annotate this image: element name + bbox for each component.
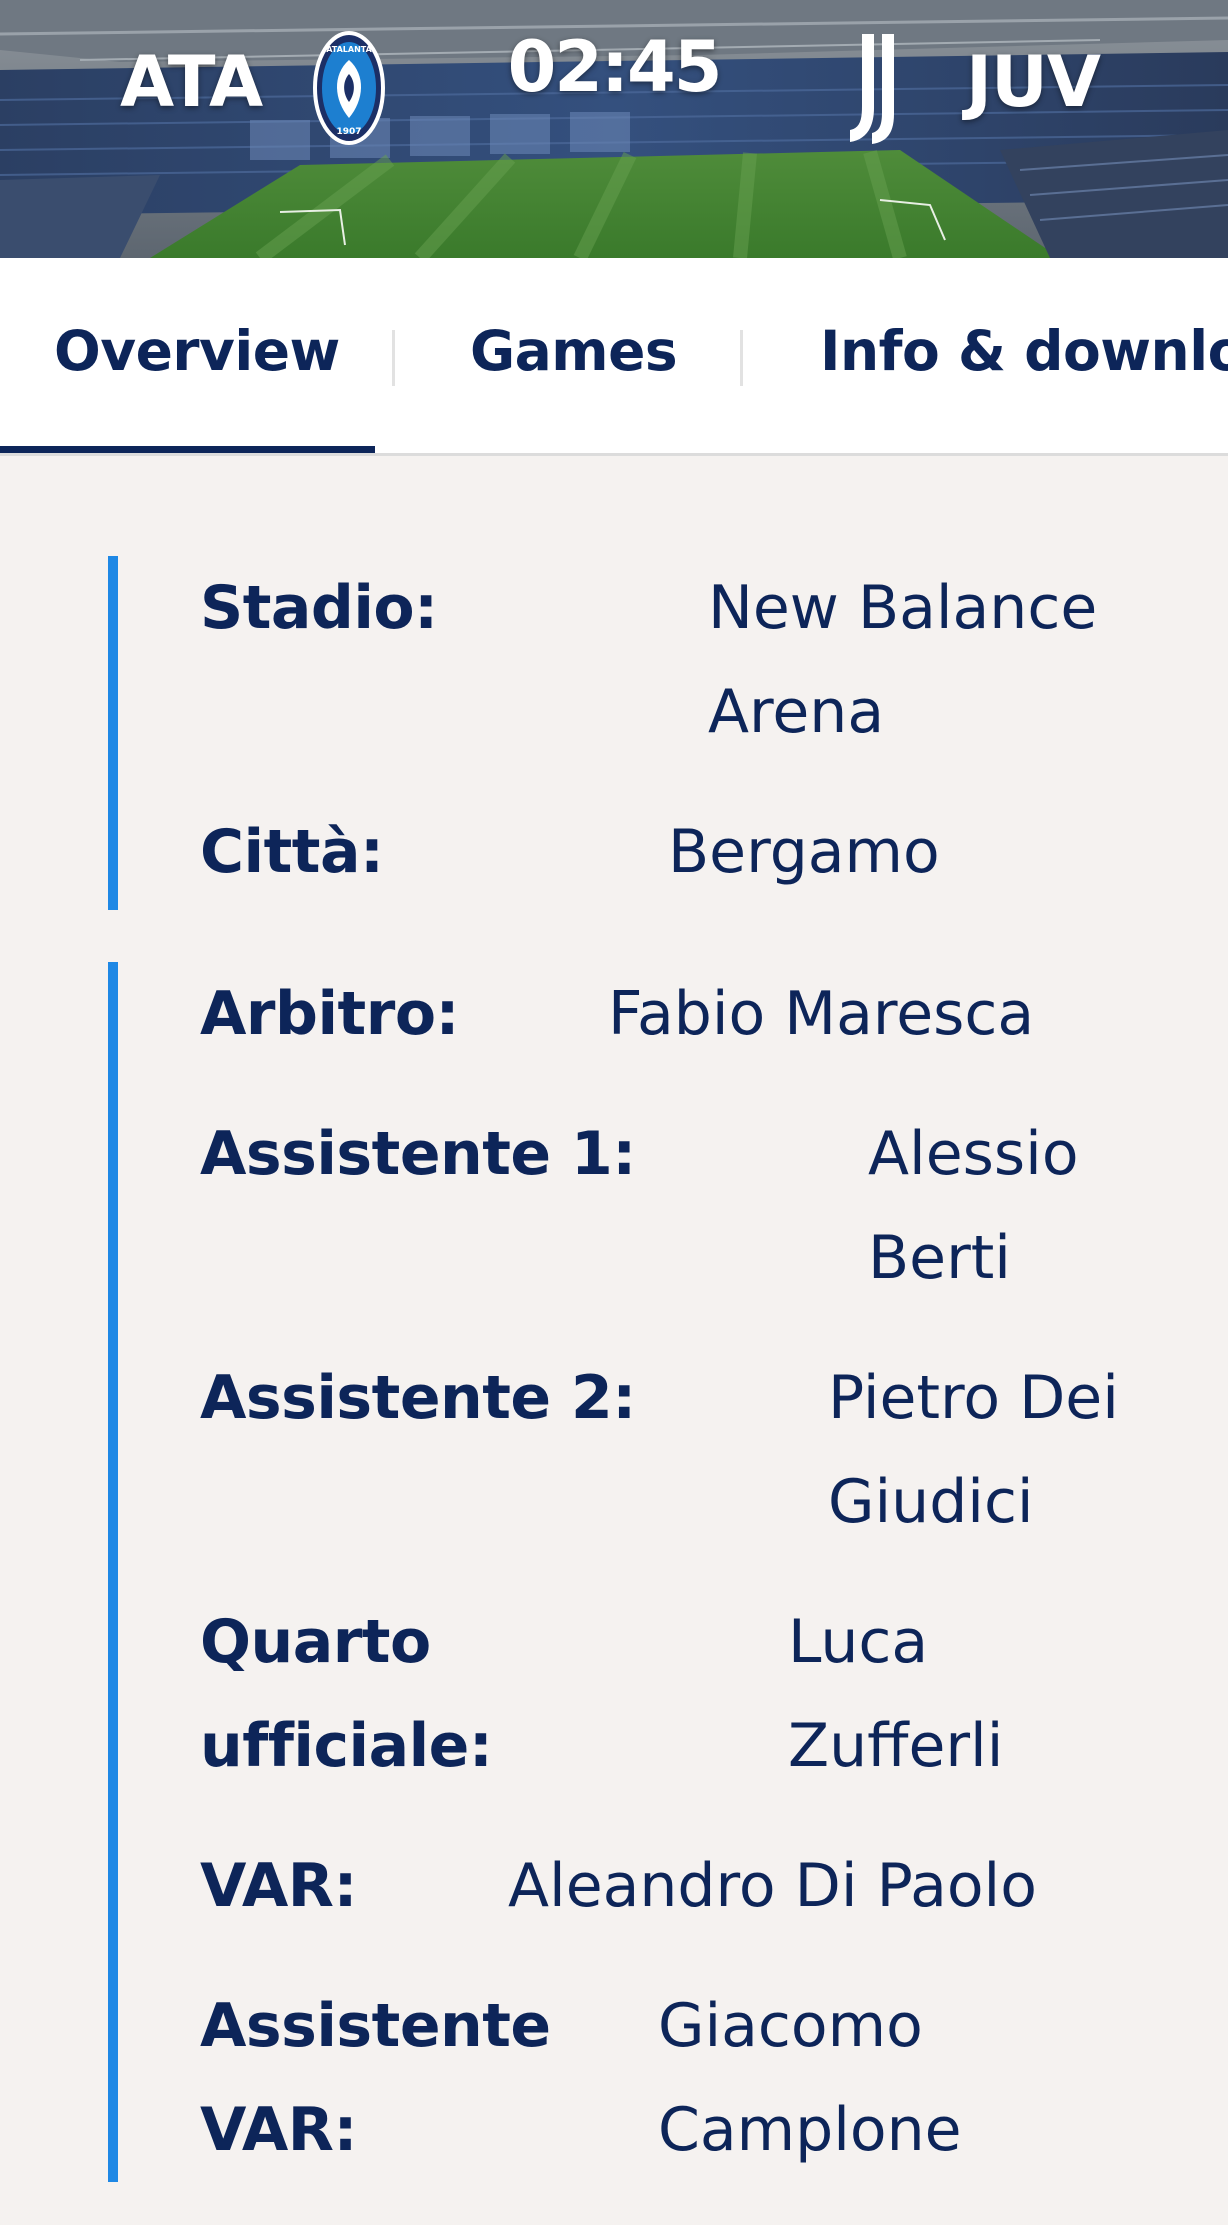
home-team-code: ATA [120,41,263,123]
venue-info-block: Stadio: New Balance Arena Città: Bergamo [108,556,1168,910]
officials-info-block: Arbitro: Fabio Maresca Assistente 1: Ale… [108,962,1168,2182]
svg-text:1907: 1907 [336,127,361,137]
match-header: ATA ATALANTA 1907 02:45 JUV [0,0,1228,258]
quarto-ufficiale-label: Quarto ufficiale: [200,1607,493,1781]
tab-games[interactable]: Games [470,258,678,453]
info-row-assistente-var: Assistente VAR: Giacomo Camplone [200,1974,1168,2182]
atalanta-crest-icon: ATALANTA 1907 [312,30,386,146]
away-team-code: JUV [966,41,1101,123]
quarto-ufficiale-value: Luca Zufferli [788,1607,1004,1781]
stadio-label: Stadio: [200,573,438,643]
info-row-var: VAR: Aleandro Di Paolo [200,1834,1168,1938]
arbitro-value: Fabio Maresca [608,979,1035,1049]
citta-label: Città: [200,817,384,887]
juventus-crest-icon [842,30,916,146]
match-tabs: Overview Games Info & downloa [0,258,1228,456]
info-row-assistente-1: Assistente 1: Alessio Berti [200,1102,1168,1310]
assistente-var-value: Giacomo Camplone [658,1991,962,2165]
assistente-1-label: Assistente 1: [200,1119,636,1189]
info-row-citta: Città: Bergamo [200,800,1168,904]
info-row-assistente-2: Assistente 2: Pietro Dei Giudici [200,1346,1168,1554]
tab-divider [392,330,395,386]
assistente-1-value: Alessio Berti [868,1119,1079,1293]
assistente-2-label: Assistente 2: [200,1363,636,1433]
var-value: Aleandro Di Paolo [508,1851,1037,1921]
overview-content: Stadio: New Balance Arena Città: Bergamo… [0,456,1228,2182]
active-tab-indicator [0,446,375,453]
arbitro-label: Arbitro: [200,979,460,1049]
stadio-value: New Balance Arena [708,573,1098,747]
tab-divider [740,330,743,386]
var-label: VAR: [200,1851,358,1921]
tab-overview[interactable]: Overview [54,258,340,453]
citta-value: Bergamo [668,817,940,887]
assistente-2-value: Pietro Dei Giudici [828,1363,1119,1537]
svg-text:ATALANTA: ATALANTA [326,45,372,54]
assistente-var-label: Assistente VAR: [200,1991,551,2165]
info-row-stadio: Stadio: New Balance Arena [200,556,1168,764]
match-time: 02:45 [507,26,723,108]
info-row-quarto-ufficiale: Quarto ufficiale: Luca Zufferli [200,1590,1168,1798]
info-row-arbitro: Arbitro: Fabio Maresca [200,962,1168,1066]
tab-info-downloads[interactable]: Info & downloa [820,258,1228,453]
